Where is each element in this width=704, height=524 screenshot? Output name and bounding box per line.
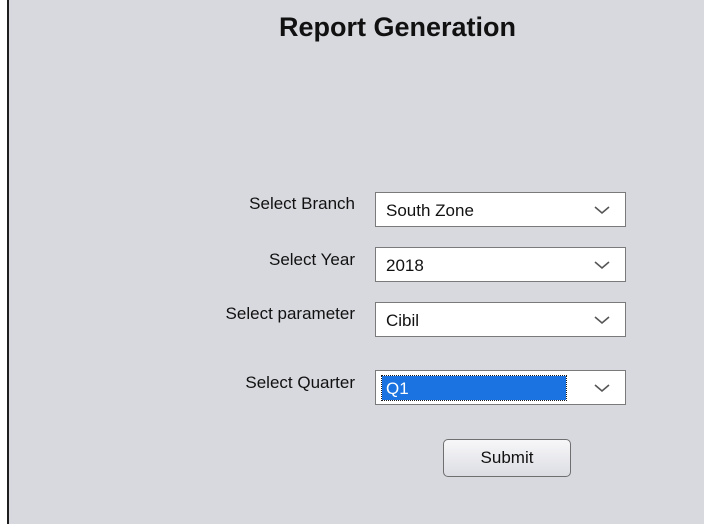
report-generation-panel: Report Generation Select Branch South Zo… <box>7 0 704 524</box>
quarter-selected-value: Q1 <box>386 379 409 398</box>
selection-highlight <box>381 375 567 401</box>
year-label: Select Year <box>268 250 355 269</box>
quarter-label: Select Quarter <box>245 373 355 392</box>
parameter-dropdown[interactable]: Cibil <box>375 302 626 337</box>
branch-selected-value: South Zone <box>386 201 474 220</box>
chevron-down-icon[interactable] <box>593 259 611 271</box>
branch-label: Select Branch <box>249 194 355 213</box>
chevron-down-icon[interactable] <box>593 204 611 216</box>
page-title: Report Generation <box>279 12 517 42</box>
year-dropdown[interactable]: 2018 <box>375 247 626 282</box>
submit-button[interactable]: Submit <box>443 439 571 477</box>
chevron-down-icon[interactable] <box>593 382 611 394</box>
year-selected-value: 2018 <box>386 256 424 275</box>
parameter-selected-value: Cibil <box>386 311 420 330</box>
chevron-down-icon[interactable] <box>593 314 611 326</box>
parameter-label: Select parameter <box>225 304 355 323</box>
quarter-dropdown[interactable]: Q1 <box>375 370 626 405</box>
branch-dropdown[interactable]: South Zone <box>375 192 626 227</box>
